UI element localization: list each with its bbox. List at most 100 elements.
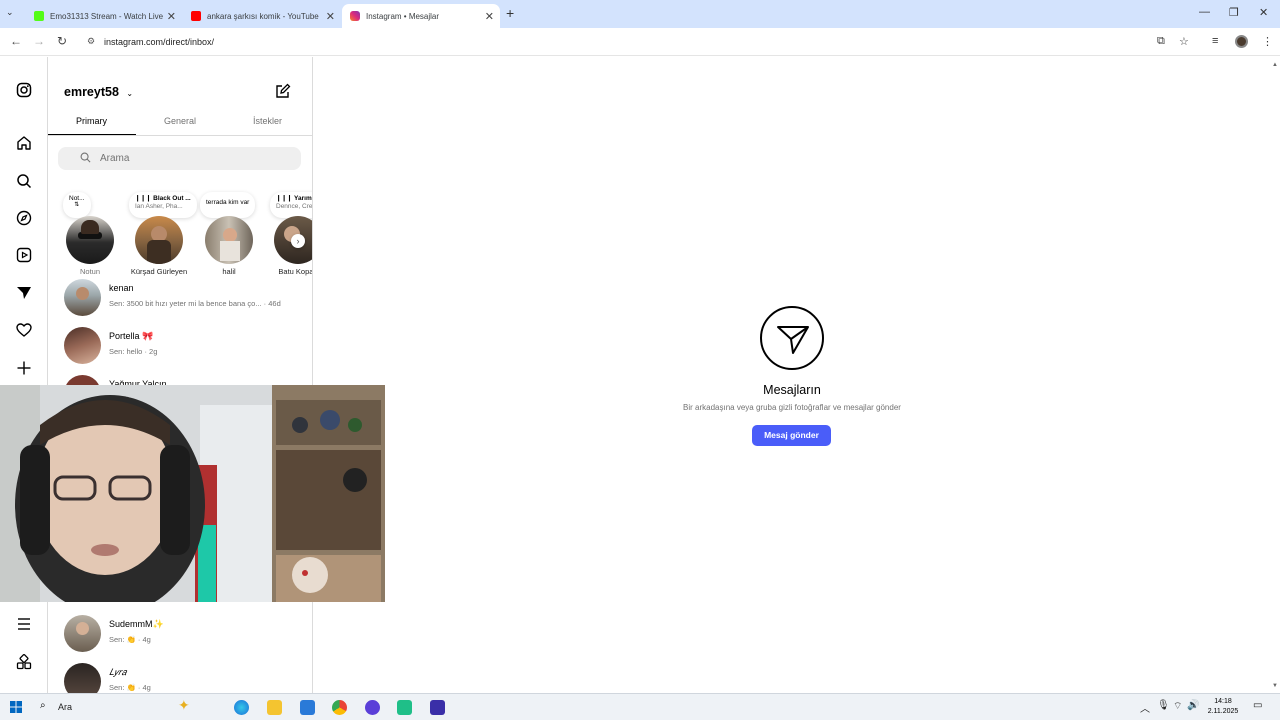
forward-icon[interactable]: → (33, 34, 45, 48)
search-placeholder: Arama (100, 153, 130, 164)
note-text: ❙❙❙ Yarım kal... (276, 195, 312, 202)
tab-close-icon[interactable]: ✕ (485, 10, 494, 23)
conversation-name: kenan (109, 283, 134, 293)
empty-state-subtitle: Bir arkadaşına veya gruba gizli fotoğraf… (683, 403, 901, 412)
taskbar-search-icon[interactable]: ⌕ (40, 700, 46, 711)
tab-title: Emo31313 Stream - Watch Live (50, 11, 164, 21)
conversation-preview: Sen: 👏 · 4g (109, 683, 151, 692)
podcast-app-icon[interactable] (430, 700, 445, 715)
home-icon[interactable] (16, 135, 32, 151)
tab-close-icon[interactable]: ✕ (167, 10, 176, 23)
file-explorer-icon[interactable] (267, 700, 282, 715)
tab-divider (48, 135, 312, 136)
app-icon[interactable] (365, 700, 380, 715)
avatar (66, 216, 114, 264)
empty-state-title: Mesajların (763, 383, 821, 397)
store-icon[interactable] (397, 700, 412, 715)
compose-icon[interactable] (275, 83, 291, 99)
clock-time: 14:18 (1214, 698, 1232, 705)
avatar (64, 279, 101, 316)
bookmark-star-icon[interactable]: ☆ (1179, 35, 1189, 48)
media-controls-icon[interactable]: ≡ (1212, 35, 1218, 47)
tab-primary[interactable]: Primary (76, 116, 107, 126)
more-menu-icon[interactable] (16, 616, 32, 632)
note-bubble: terrada kim var (200, 192, 256, 218)
copilot-sparkle-icon[interactable]: ✦ (178, 697, 190, 714)
conversation-name: 𝐿𝑦𝑟𝑎 (109, 667, 127, 677)
chrome-icon[interactable] (332, 700, 347, 715)
avatar (205, 216, 253, 264)
search-input[interactable]: Arama (58, 147, 301, 170)
windows-taskbar: ⌕ Ara ✦ ︿ 🎙 ⌔ 🔊 14:18 2.11.2025 ▭ (0, 693, 1280, 720)
conversation-preview: Sen: hello · 2g (109, 347, 158, 356)
outlook-icon[interactable] (300, 700, 315, 715)
volume-icon[interactable]: 🔊 (1187, 700, 1199, 711)
scroll-up-icon[interactable]: ▲ (1272, 62, 1278, 68)
profile-avatar[interactable] (1235, 35, 1248, 48)
active-tab-indicator (48, 134, 136, 135)
tab-general[interactable]: General (164, 116, 196, 126)
notifications-heart-icon[interactable] (16, 322, 32, 338)
tab-youtube[interactable]: ankara şarkısı komik - YouTube ✕ (183, 4, 341, 28)
conversation-preview: Sen: 3500 bit hızı yeter mi la bence ban… (109, 299, 281, 308)
notifications-icon[interactable]: ▭ (1253, 700, 1262, 711)
url-text: instagram.com/direct/inbox/ (104, 37, 215, 47)
avatar (64, 615, 101, 652)
webcam-image (0, 385, 385, 602)
address-bar[interactable]: ⚙ instagram.com/direct/inbox/ (78, 31, 1198, 53)
search-icon[interactable] (16, 173, 32, 189)
reload-icon[interactable]: ↻ (57, 34, 67, 48)
conversation-item[interactable]: kenan Sen: 3500 bit hızı yeter mi la ben… (48, 275, 312, 323)
reels-icon[interactable] (16, 247, 32, 263)
messages-icon[interactable] (16, 285, 32, 301)
chevron-right-icon[interactable]: › (291, 234, 305, 248)
menu-icon[interactable]: ⋮ (1262, 35, 1273, 48)
note-subtext: Dennce, Cre... (276, 203, 313, 210)
tray-chevron-icon[interactable]: ︿ (1140, 700, 1150, 715)
microphone-icon[interactable]: 🎙 (1157, 700, 1170, 711)
system-clock[interactable]: 14:18 2.11.2025 (1203, 697, 1243, 717)
instagram-logo-icon[interactable] (16, 82, 32, 98)
youtube-favicon-icon (191, 11, 201, 21)
explore-icon[interactable] (16, 210, 32, 226)
note-subtext: Ian Asher, Pha... (135, 203, 183, 210)
send-message-button[interactable]: Mesaj gönder (752, 425, 831, 446)
tab-title: Instagram • Mesajlar (366, 11, 440, 21)
window-close-icon[interactable]: ✕ (1259, 6, 1268, 19)
conversation-preview: Sen: 👏 · 4g (109, 635, 151, 644)
tab-instagram[interactable]: Instagram • Mesajlar ✕ (342, 4, 500, 28)
conversation-item[interactable]: 𝐿𝑦𝑟𝑎 Sen: 👏 · 4g (48, 659, 312, 693)
conversation-item[interactable]: SudemmM✨ Sen: 👏 · 4g (48, 611, 312, 659)
avatar (64, 327, 101, 364)
new-tab-button[interactable]: + (506, 5, 514, 21)
note-bubble: ❙❙❙ Black Out ... Ian Asher, Pha... (129, 192, 197, 218)
sort-icon: ⇅ (74, 202, 80, 208)
taskbar-search-label[interactable]: Ara (58, 702, 72, 712)
tab-close-icon[interactable]: ✕ (326, 10, 335, 23)
tab-kick[interactable]: Emo31313 Stream - Watch Live ✕ (26, 4, 182, 28)
site-info-icon[interactable]: ⚙ (87, 36, 95, 47)
note-text: terrada kim var (206, 199, 250, 206)
tab-requests[interactable]: İstekler (253, 116, 282, 126)
back-icon[interactable]: ← (10, 34, 22, 48)
note-text: ❙❙❙ Black Out ... (135, 195, 191, 202)
wifi-icon[interactable]: ⌔ (1173, 700, 1182, 713)
username-label: emreyt58 (64, 85, 119, 99)
create-plus-icon[interactable] (16, 360, 32, 376)
meta-apps-icon[interactable] (16, 654, 32, 670)
conversation-item[interactable]: Portella 🎀 Sen: hello · 2g (48, 323, 312, 371)
edge-icon[interactable] (234, 700, 249, 715)
conversation-name: Portella 🎀 (109, 331, 154, 341)
search-icon (80, 152, 91, 163)
note-bubble: Not... ⇅ (63, 192, 91, 218)
tab-search-icon[interactable]: ⌄ (6, 7, 14, 18)
chevron-down-icon: ⌄ (126, 89, 134, 98)
clock-date: 2.11.2025 (1207, 708, 1239, 715)
restore-icon[interactable]: ❐ (1229, 6, 1239, 19)
install-app-icon[interactable]: ⧉ (1157, 35, 1165, 48)
windows-start-icon[interactable] (10, 701, 22, 713)
scroll-down-icon[interactable]: ▼ (1272, 683, 1278, 689)
account-switcher[interactable]: emreyt58 ⌄ (64, 85, 133, 99)
tab-title: ankara şarkısı komik - YouTube (207, 11, 319, 21)
minimize-icon[interactable]: — (1199, 6, 1210, 18)
